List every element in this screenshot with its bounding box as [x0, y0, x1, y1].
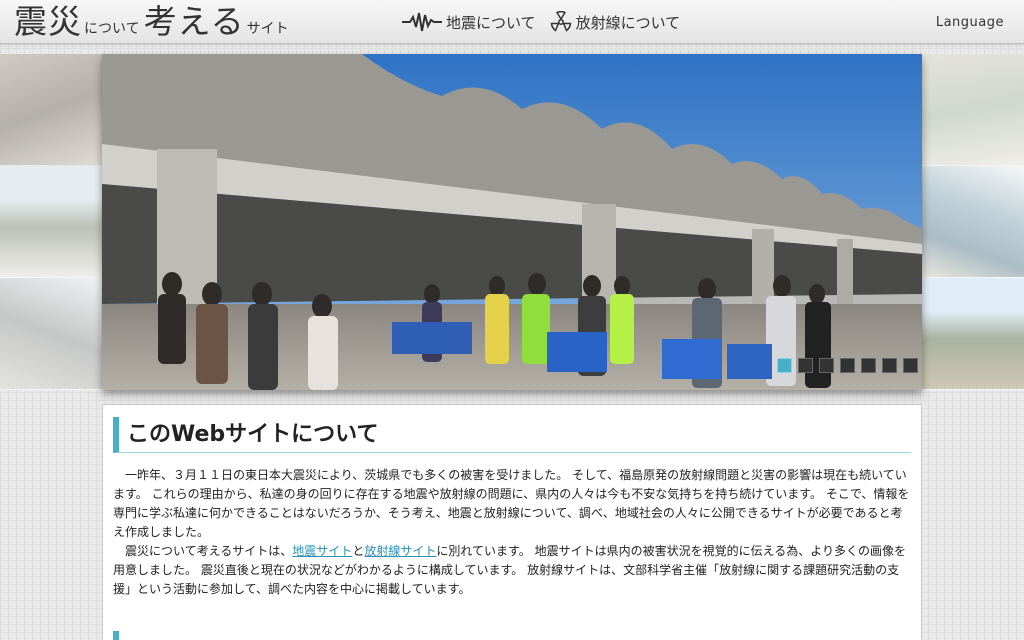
- hero-slideshow[interactable]: [102, 54, 922, 390]
- language-selector[interactable]: Language: [936, 15, 1004, 30]
- thumbnail-image[interactable]: [0, 166, 102, 278]
- logo-text-3: 考える: [143, 2, 245, 41]
- seismograph-icon: [402, 11, 442, 33]
- slide-dot[interactable]: [903, 358, 918, 373]
- text-fragment: と: [352, 544, 365, 558]
- slide-dot[interactable]: [882, 358, 897, 373]
- main-nav: 地震について 放射線について: [402, 9, 680, 35]
- thumbnail-image[interactable]: [922, 166, 1024, 278]
- thumbnail-image[interactable]: [0, 278, 102, 390]
- text-fragment: 震災について考えるサイトは、: [113, 544, 293, 558]
- next-section-title: [113, 631, 911, 640]
- hero-photo: [102, 54, 922, 390]
- about-paragraph-1: 一昨年、３月１１日の東日本大震災により、茨城県でも多くの被害を受けました。 そし…: [113, 468, 910, 539]
- logo-text-1: 震災: [14, 2, 82, 41]
- side-thumbnails-left: [0, 54, 102, 390]
- slide-dot[interactable]: [798, 358, 813, 373]
- slide-dot[interactable]: [819, 358, 834, 373]
- radiation-site-link[interactable]: 放射線サイト: [364, 544, 436, 558]
- side-thumbnails-right: [922, 54, 1024, 390]
- nav-radiation[interactable]: 放射線について: [550, 9, 681, 35]
- nav-earthquake-label: 地震について: [446, 13, 536, 32]
- nav-earthquake[interactable]: 地震について: [402, 9, 536, 35]
- about-title: このWebサイトについて: [113, 417, 911, 453]
- site-logo[interactable]: 震災 について 考える サイト: [14, 0, 293, 44]
- about-paragraph-2: 震災について考えるサイトは、地震サイトと放射線サイトに別れています。 地震サイト…: [113, 542, 911, 599]
- site-header: 震災 について 考える サイト 地震について 放射線について Language: [0, 0, 1024, 44]
- about-section: このWebサイトについて 一昨年、３月１１日の東日本大震災により、茨城県でも多く…: [102, 404, 922, 640]
- slide-dot[interactable]: [861, 358, 876, 373]
- nav-radiation-label: 放射線について: [575, 13, 681, 32]
- thumbnail-image[interactable]: [922, 278, 1024, 390]
- logo-text-4: サイト: [246, 21, 289, 37]
- slide-dot[interactable]: [777, 358, 792, 373]
- slideshow-pagination: [777, 358, 918, 373]
- about-body: 一昨年、３月１１日の東日本大震災により、茨城県でも多くの被害を受けました。 そし…: [113, 466, 911, 599]
- thumbnail-image[interactable]: [0, 54, 102, 166]
- radiation-icon: [550, 11, 572, 33]
- slide-dot[interactable]: [840, 358, 855, 373]
- logo-text-2: について: [84, 21, 140, 37]
- earthquake-site-link[interactable]: 地震サイト: [292, 544, 352, 558]
- thumbnail-image[interactable]: [922, 54, 1024, 166]
